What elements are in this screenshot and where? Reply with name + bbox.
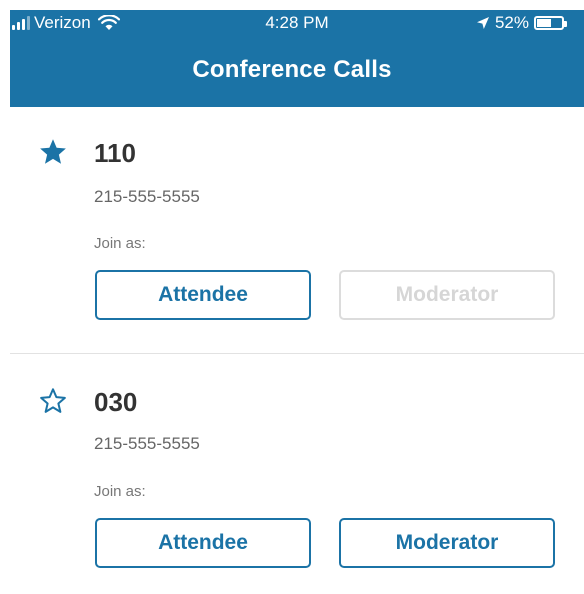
join-moderator-button[interactable]: Moderator <box>339 270 555 320</box>
join-attendee-button[interactable]: Attendee <box>95 270 311 320</box>
battery-icon <box>534 16 567 30</box>
phone-number: 215-555-5555 <box>94 434 200 453</box>
join-attendee-button[interactable]: Attendee <box>95 518 311 568</box>
conference-number: 110 <box>94 138 136 168</box>
status-bar: Verizon 4:28 PM 52% <box>10 10 584 38</box>
app-header: Verizon 4:28 PM 52% Conference Calls <box>10 10 584 107</box>
location-arrow-icon <box>476 17 489 29</box>
top-gutter <box>0 0 584 10</box>
join-as-label: Join as: <box>94 235 146 252</box>
status-right: 52% <box>476 13 567 33</box>
page-title: Conference Calls <box>192 56 392 83</box>
phone-number: 215-555-5555 <box>94 187 200 206</box>
conference-call-item: 030 215-555-5555 Join as: Attendee Moder… <box>0 354 584 594</box>
favorite-star-outline-icon[interactable] <box>38 386 68 416</box>
conference-call-item: 110 215-555-5555 Join as: Attendee Moder… <box>0 107 584 347</box>
join-moderator-button[interactable]: Moderator <box>339 518 555 568</box>
favorite-star-filled-icon[interactable] <box>38 137 68 167</box>
conference-number: 030 <box>94 387 138 417</box>
join-as-label: Join as: <box>94 483 146 500</box>
battery-percent: 52% <box>494 13 529 32</box>
